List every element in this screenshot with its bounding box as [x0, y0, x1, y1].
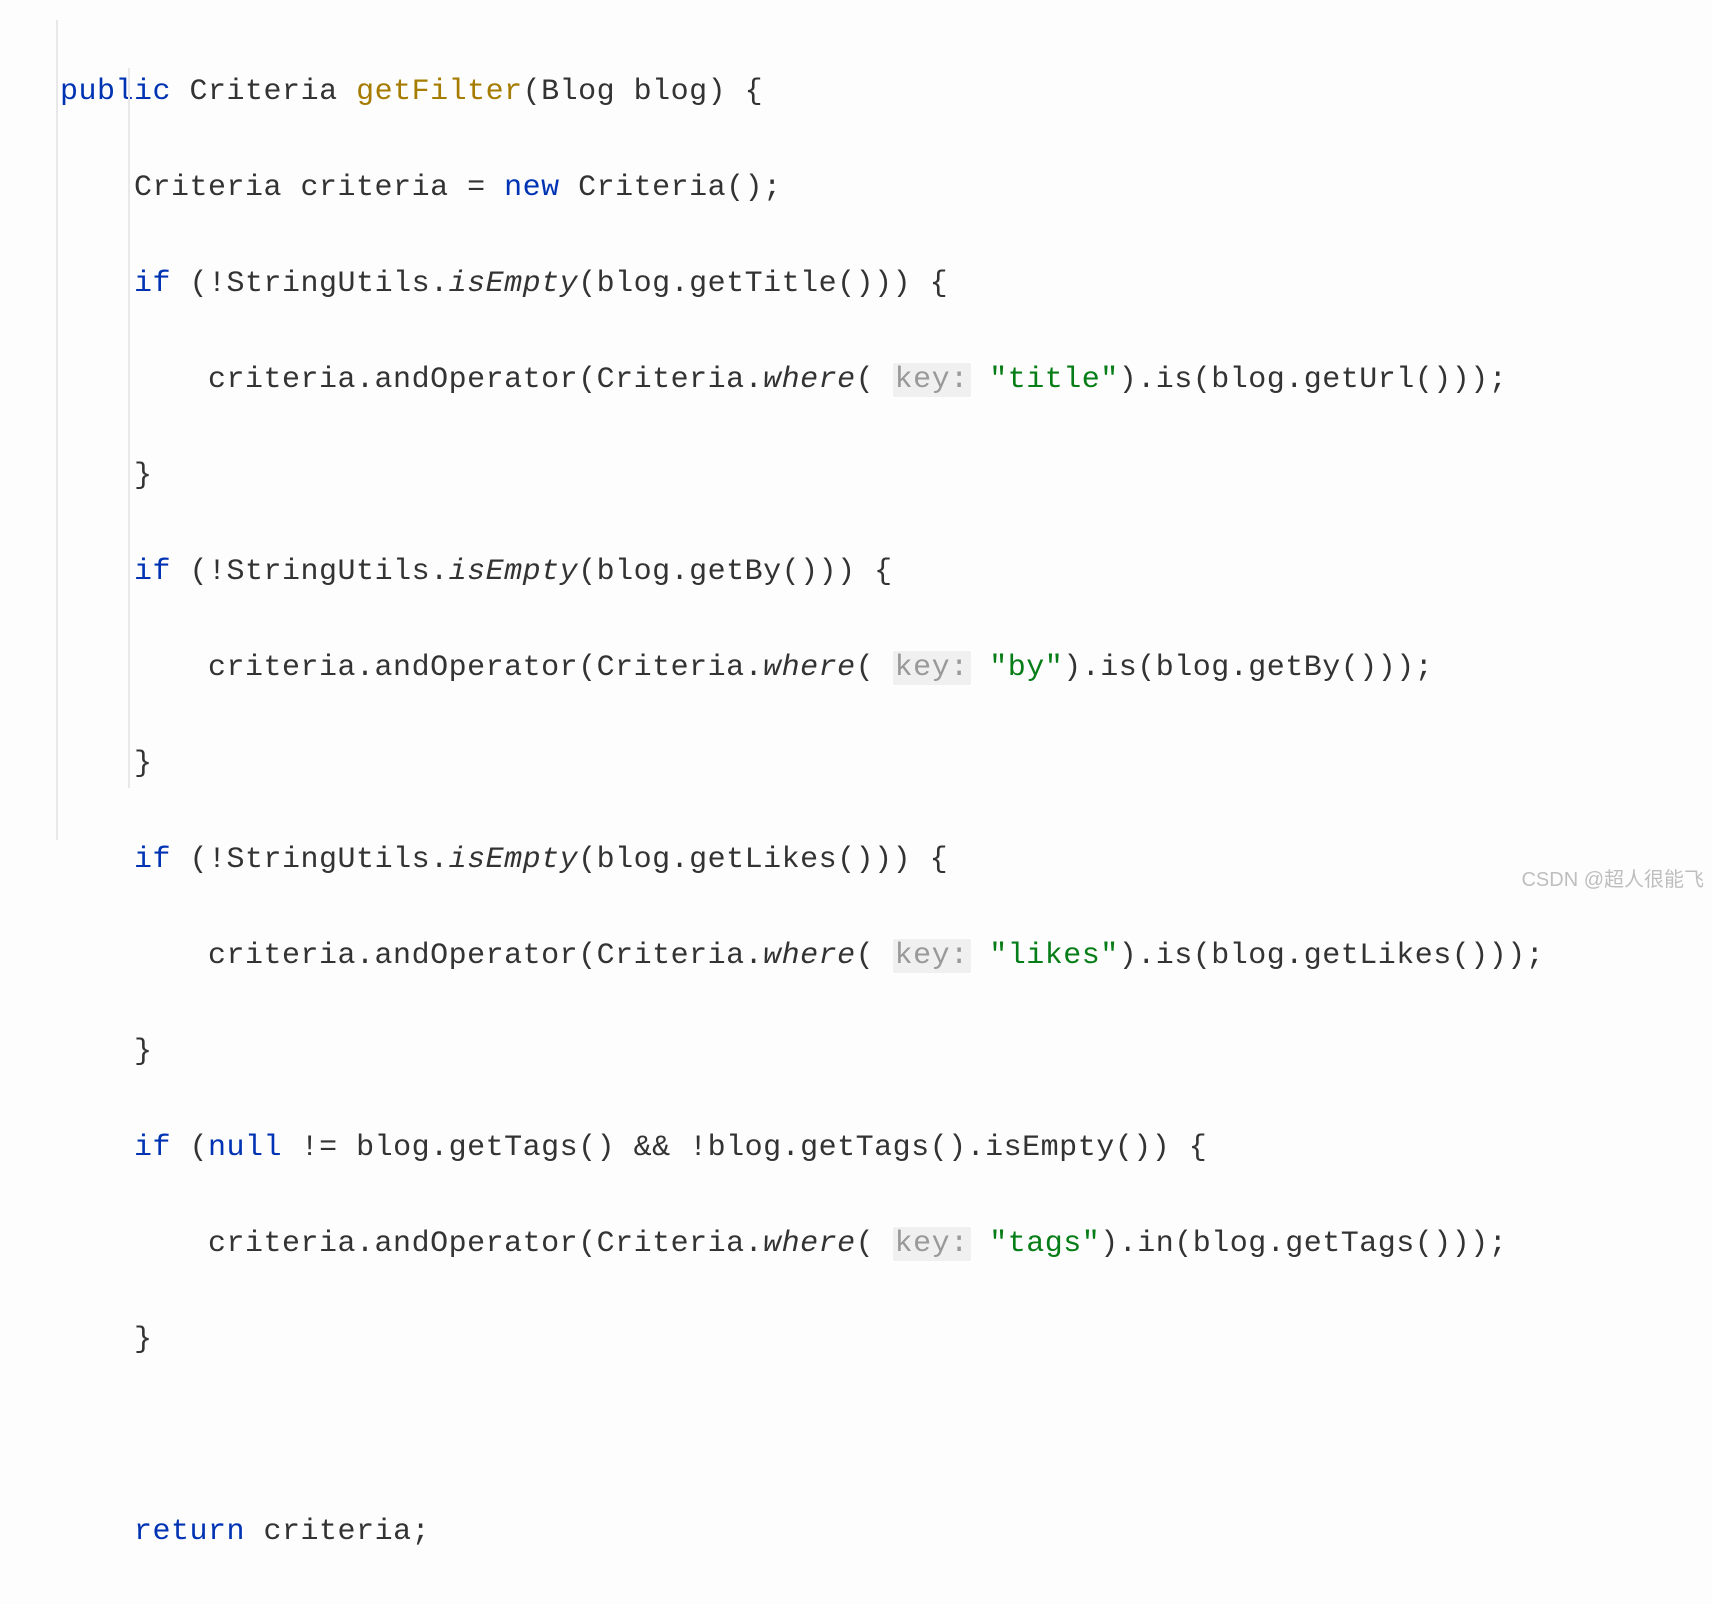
code-line-6: if (!StringUtils.isEmpty(blog.getBy())) … [60, 548, 1712, 596]
string-title: "title" [989, 363, 1119, 397]
watermark: CSDN @超人很能飞 [1521, 864, 1704, 896]
code-line-13: criteria.andOperator(Criteria.where( key… [60, 1220, 1712, 1268]
code-line-1: public Criteria getFilter(Blog blog) { [60, 68, 1712, 116]
code-line-15 [60, 1412, 1712, 1460]
string-by: "by" [989, 651, 1063, 685]
string-likes: "likes" [989, 939, 1119, 973]
code-line-7: criteria.andOperator(Criteria.where( key… [60, 644, 1712, 692]
code-line-10: criteria.andOperator(Criteria.where( key… [60, 932, 1712, 980]
keyword-null: null [208, 1131, 282, 1165]
code-line-9: if (!StringUtils.isEmpty(blog.getLikes()… [60, 836, 1712, 884]
keyword-if: if [134, 843, 171, 877]
code-line-12: if (null != blog.getTags() && !blog.getT… [60, 1124, 1712, 1172]
fold-line [128, 68, 130, 788]
keyword-if: if [134, 1131, 171, 1165]
keyword-return: return [134, 1515, 245, 1549]
code-line-4: criteria.andOperator(Criteria.where( key… [60, 356, 1712, 404]
code-line-16: return criteria; [60, 1508, 1712, 1556]
param-hint-key: key: [893, 1227, 971, 1261]
keyword-if: if [134, 267, 171, 301]
code-line-11: } [60, 1028, 1712, 1076]
code-line-3: if (!StringUtils.isEmpty(blog.getTitle()… [60, 260, 1712, 308]
keyword-public: public [60, 75, 171, 109]
static-isempty: isEmpty [449, 843, 579, 877]
param-hint-key: key: [893, 939, 971, 973]
param-hint-key: key: [893, 363, 971, 397]
static-where: where [763, 1227, 856, 1261]
static-isempty: isEmpty [449, 267, 579, 301]
static-where: where [763, 939, 856, 973]
static-where: where [763, 363, 856, 397]
gutter-line [56, 20, 58, 840]
method-name: getFilter [356, 75, 523, 109]
code-line-2: Criteria criteria = new Criteria(); [60, 164, 1712, 212]
param-hint-key: key: [893, 651, 971, 685]
keyword-if: if [134, 555, 171, 589]
keyword-new: new [504, 171, 560, 205]
type-criteria: Criteria [190, 75, 338, 109]
code-block: public Criteria getFilter(Blog blog) { C… [60, 20, 1712, 1604]
code-line-5: } [60, 452, 1712, 500]
static-isempty: isEmpty [449, 555, 579, 589]
code-line-8: } [60, 740, 1712, 788]
string-tags: "tags" [989, 1227, 1100, 1261]
code-line-14: } [60, 1316, 1712, 1364]
static-where: where [763, 651, 856, 685]
